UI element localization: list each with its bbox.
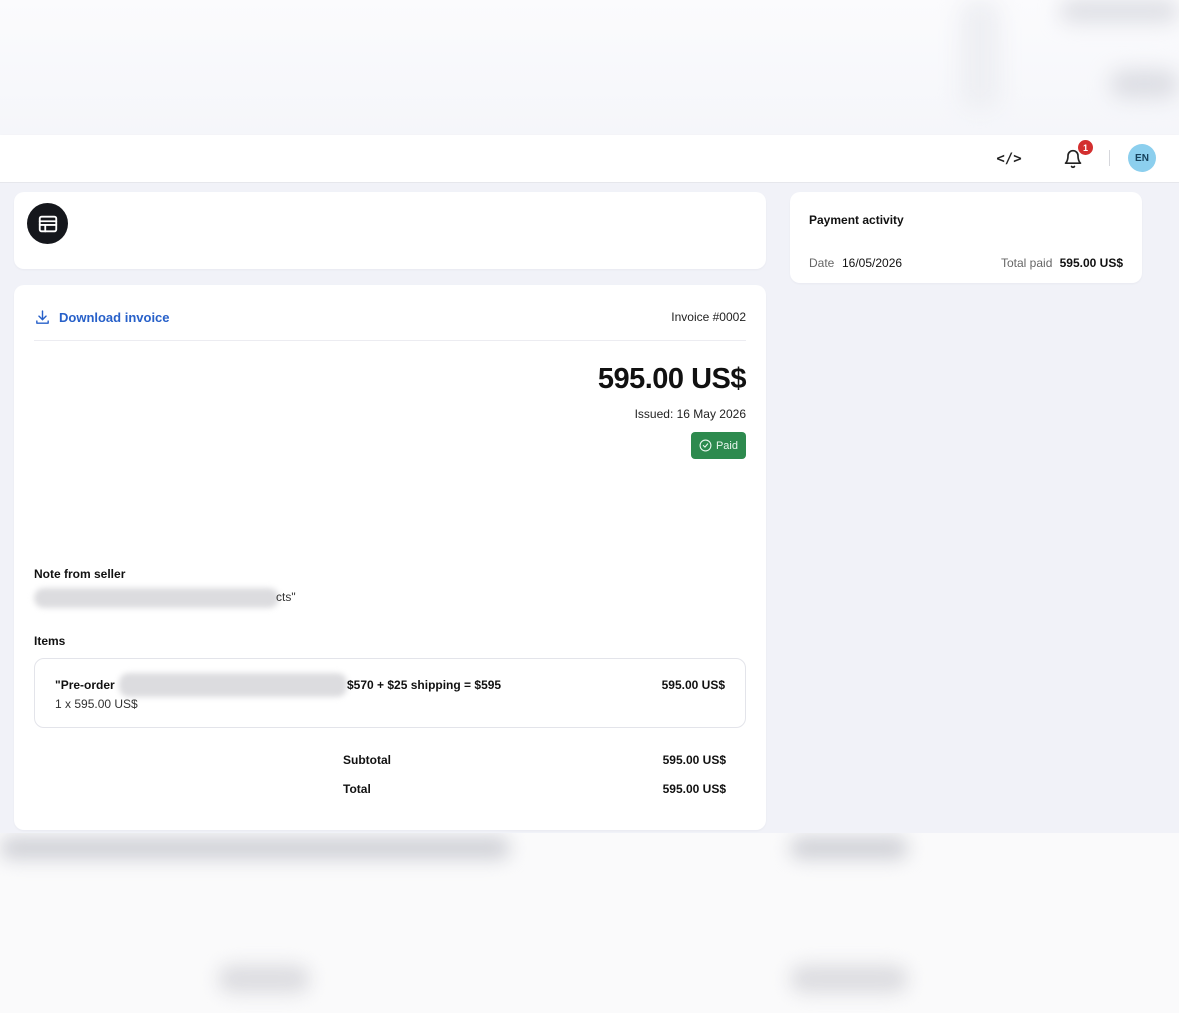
payment-date-label: Date: [809, 256, 835, 270]
total-paid-label: Total paid: [1001, 256, 1053, 270]
total-value: 595.00 US$: [662, 782, 726, 796]
redacted-text: [119, 673, 347, 697]
item-quantity: 1 x 595.00 US$: [55, 697, 138, 711]
blurred-shape: [1060, 0, 1179, 22]
store-logo[interactable]: [27, 203, 68, 244]
blurred-shape: [960, 0, 1000, 110]
invoice-card: Download invoice Invoice #0002 595.00 US…: [14, 285, 766, 830]
item-name-start: "Pre-order: [55, 678, 115, 692]
status-badge: Paid: [690, 432, 746, 459]
subtotal-row: Subtotal 595.00 US$: [343, 753, 726, 767]
code-icon: </>: [996, 151, 1022, 167]
note-label: Note from seller: [34, 567, 126, 581]
language-selector[interactable]: EN: [1128, 144, 1156, 172]
invoice-number: Invoice #0002: [671, 310, 746, 324]
download-icon: [36, 310, 49, 324]
embed-code-button[interactable]: </>: [995, 145, 1023, 173]
invoice-amount: 595.00 US$: [597, 363, 747, 395]
subtotal-value: 595.00 US$: [662, 753, 726, 767]
item-price: 595.00 US$: [661, 678, 725, 692]
header-divider: [1109, 150, 1110, 166]
status-label: Paid: [715, 439, 738, 452]
item-name-end: $570 + $25 shipping = $595: [347, 678, 502, 692]
items-label: Items: [34, 634, 66, 648]
payment-activity-title: Payment activity: [809, 213, 904, 227]
divider: [34, 340, 746, 341]
blurred-shape: [790, 965, 908, 993]
total-row: Total 595.00 US$: [343, 782, 726, 796]
download-invoice-link[interactable]: Download invoice: [34, 309, 170, 326]
payment-activity-card: Payment activity Date 16/05/2026 Total p…: [790, 192, 1142, 283]
total-paid-value: 595.00 US$: [1059, 256, 1123, 270]
notifications-button[interactable]: 1: [1059, 140, 1093, 173]
payment-date-value: 16/05/2026: [842, 256, 903, 270]
download-invoice-label: Download invoice: [59, 310, 170, 325]
check-circle-icon: [699, 439, 712, 452]
blurred-background-bottom: [0, 833, 1179, 1013]
list-item: "Pre-order $570 + $25 shipping = $595 1 …: [34, 658, 746, 728]
blurred-shape: [0, 837, 510, 859]
total-label: Total: [343, 782, 371, 796]
issued-date: Issued: 16 May 2026: [634, 407, 746, 421]
note-text: cts": [276, 590, 296, 604]
notification-badge: 1: [1078, 140, 1093, 155]
store-card: [14, 192, 766, 269]
top-bar: </> 1: [0, 135, 1179, 183]
subtotal-label: Subtotal: [343, 753, 391, 767]
blurred-shape: [790, 837, 908, 859]
blurred-shape: [218, 965, 310, 993]
blurred-shape: [1110, 70, 1179, 98]
store-icon: [38, 215, 57, 232]
redacted-text: [34, 588, 279, 608]
blurred-background-top: [0, 0, 1179, 135]
